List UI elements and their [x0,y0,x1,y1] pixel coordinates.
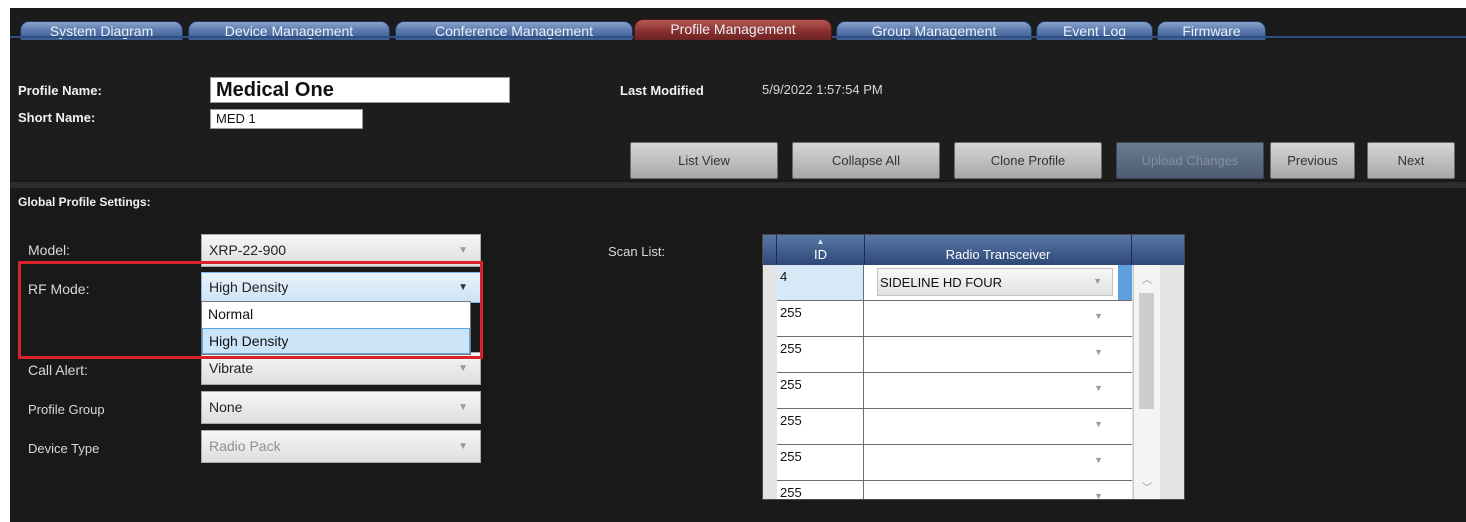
chevron-down-icon: ▼ [1094,455,1103,465]
tab-profile-management[interactable]: Profile Management [634,19,832,40]
scan-list-scrollbar[interactable]: ︿ ﹀ [1133,265,1160,499]
profile-header: Profile Name: Medical One Short Name: ME… [10,40,1466,180]
collapse-all-button[interactable]: Collapse All [792,142,940,179]
row-transceiver-dropdown[interactable]: ▼ [877,448,1113,476]
table-row[interactable]: 255 ▼ [777,409,1132,445]
column-header-radio-transceiver[interactable]: Radio Transceiver [865,235,1132,265]
tab-device-management[interactable]: Device Management [188,21,390,40]
chevron-down-icon: ▼ [458,441,468,452]
row-transceiver-dropdown[interactable]: ▼ [877,304,1113,332]
row-selection-indicator [1118,265,1132,300]
next-button[interactable]: Next [1367,142,1455,179]
tab-system-diagram[interactable]: System Diagram [20,21,183,40]
chevron-down-icon: ▼ [458,402,468,413]
scan-list-header: ID Radio Transceiver [763,235,1184,265]
table-row[interactable]: 255 ▼ [777,337,1132,373]
call-alert-value: Vibrate [209,360,254,376]
row-id[interactable]: 255 [777,301,864,336]
previous-button[interactable]: Previous [1270,142,1355,179]
table-row[interactable]: 255 ▼ [777,373,1132,409]
tab-strip: System Diagram Device Management Confere… [10,8,1466,40]
row-id[interactable]: 255 [777,409,864,444]
chevron-down-icon[interactable]: ﹀ [1134,479,1160,494]
tab-conference-management[interactable]: Conference Management [395,21,633,40]
chevron-up-icon[interactable]: ︿ [1134,271,1160,286]
highlight-box [18,261,483,359]
row-id[interactable]: 255 [777,481,864,499]
row-transceiver-dropdown[interactable]: SIDELINE HD FOUR ▼ [877,268,1113,296]
chevron-down-icon: ▼ [1094,419,1103,429]
row-id[interactable]: 255 [777,445,864,480]
chevron-down-icon: ▼ [1094,383,1103,393]
device-type-dropdown: Radio Pack ▼ [201,430,481,463]
profile-group-label: Profile Group [28,402,105,417]
last-modified-value: 5/9/2022 1:57:54 PM [762,82,883,97]
profile-group-dropdown[interactable]: None ▼ [201,391,481,424]
row-id[interactable]: 4 [777,265,864,300]
scan-list-grid: ID Radio Transceiver 4 SIDELINE HD FOUR … [762,234,1185,500]
scrollbar-thumb[interactable] [1139,293,1154,409]
device-type-label: Device Type [28,441,100,456]
table-row[interactable]: 255 ▼ [777,301,1132,337]
upload-changes-button[interactable]: Upload Changes [1116,142,1264,179]
profile-group-value: None [209,399,243,415]
chevron-down-icon: ▼ [1094,491,1103,500]
chevron-down-icon: ▼ [1094,347,1103,357]
row-transceiver-dropdown[interactable]: ▼ [877,412,1113,440]
tab-firmware[interactable]: Firmware [1157,21,1266,40]
table-row[interactable]: 4 SIDELINE HD FOUR ▼ [777,265,1132,301]
scan-list-label: Scan List: [608,244,666,259]
row-transceiver-dropdown[interactable]: ▼ [877,340,1113,368]
global-settings-title: Global Profile Settings: [18,195,151,209]
chevron-down-icon: ▼ [1094,311,1103,321]
table-row[interactable]: 255 ▼ [777,481,1132,500]
tab-event-log[interactable]: Event Log [1036,21,1153,40]
profile-name-label: Profile Name: [18,83,102,98]
row-transceiver-dropdown[interactable]: ▼ [877,484,1113,500]
model-label: Model: [28,242,71,258]
model-value: XRP-22-900 [209,242,287,258]
row-header-spacer [763,235,777,265]
short-name-label: Short Name: [18,110,96,125]
chevron-down-icon: ▼ [1093,276,1102,286]
section-divider [10,182,1466,188]
row-id[interactable]: 255 [777,337,864,372]
tab-group-management[interactable]: Group Management [836,21,1032,40]
device-type-value: Radio Pack [209,438,281,454]
table-row[interactable]: 255 ▼ [777,445,1132,481]
row-id[interactable]: 255 [777,373,864,408]
list-view-button[interactable]: List View [630,142,778,179]
row-transceiver-value: SIDELINE HD FOUR [880,275,1003,290]
clone-profile-button[interactable]: Clone Profile [954,142,1102,179]
row-transceiver-dropdown[interactable]: ▼ [877,376,1113,404]
profile-name-field[interactable]: Medical One [210,77,510,103]
short-name-field[interactable]: MED 1 [210,109,363,129]
column-header-id[interactable]: ID [777,235,865,265]
call-alert-label: Call Alert: [28,362,88,378]
last-modified-label: Last Modified [620,83,704,98]
